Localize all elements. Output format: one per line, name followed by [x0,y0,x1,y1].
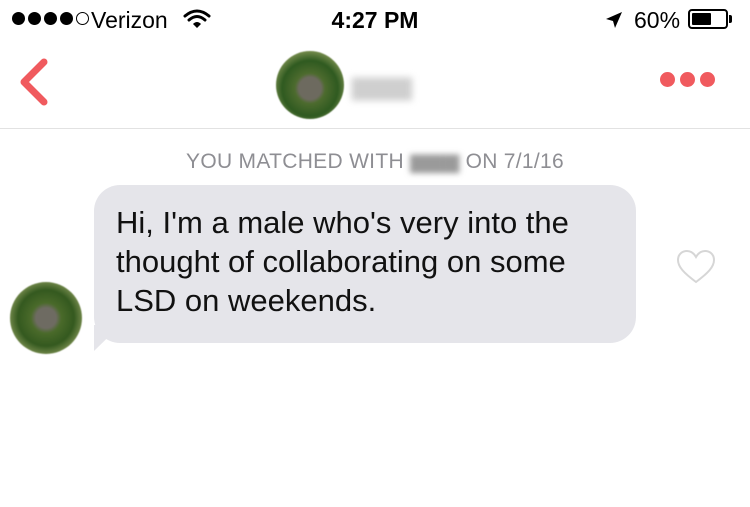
location-arrow-icon [604,9,624,36]
status-bar: Verizon 4:27 PM 60% [0,0,750,40]
like-message-button[interactable] [676,249,716,290]
match-avatar[interactable] [276,51,344,119]
nav-bar: ▆▆▆ [0,40,750,129]
match-suffix: ON 7/1/16 [465,150,564,173]
sender-avatar[interactable] [10,282,82,354]
message-bubble[interactable]: Hi, I'm a male who's very into the thoug… [94,185,636,343]
battery-icon [688,9,728,29]
heart-icon [676,249,716,284]
more-options-button[interactable] [660,72,715,87]
ellipsis-icon [660,72,675,87]
match-name-redacted: ▆▆▆ [352,70,412,100]
match-prefix: YOU MATCHED WITH [186,150,404,173]
message-row: Hi, I'm a male who's very into the thoug… [0,185,750,355]
match-date-banner: YOU MATCHED WITH ▆▆▆ ON 7/1/16 [0,149,750,174]
chevron-left-icon [20,58,48,106]
redacted-name: ▆▆▆ [410,150,460,173]
back-button[interactable] [14,56,54,108]
chat-screen: Verizon 4:27 PM 60% ▆▆▆ YOU MATCHED WITH… [0,0,750,507]
message-text: Hi, I'm a male who's very into the thoug… [116,205,569,318]
battery-percent: 60% [634,7,681,33]
